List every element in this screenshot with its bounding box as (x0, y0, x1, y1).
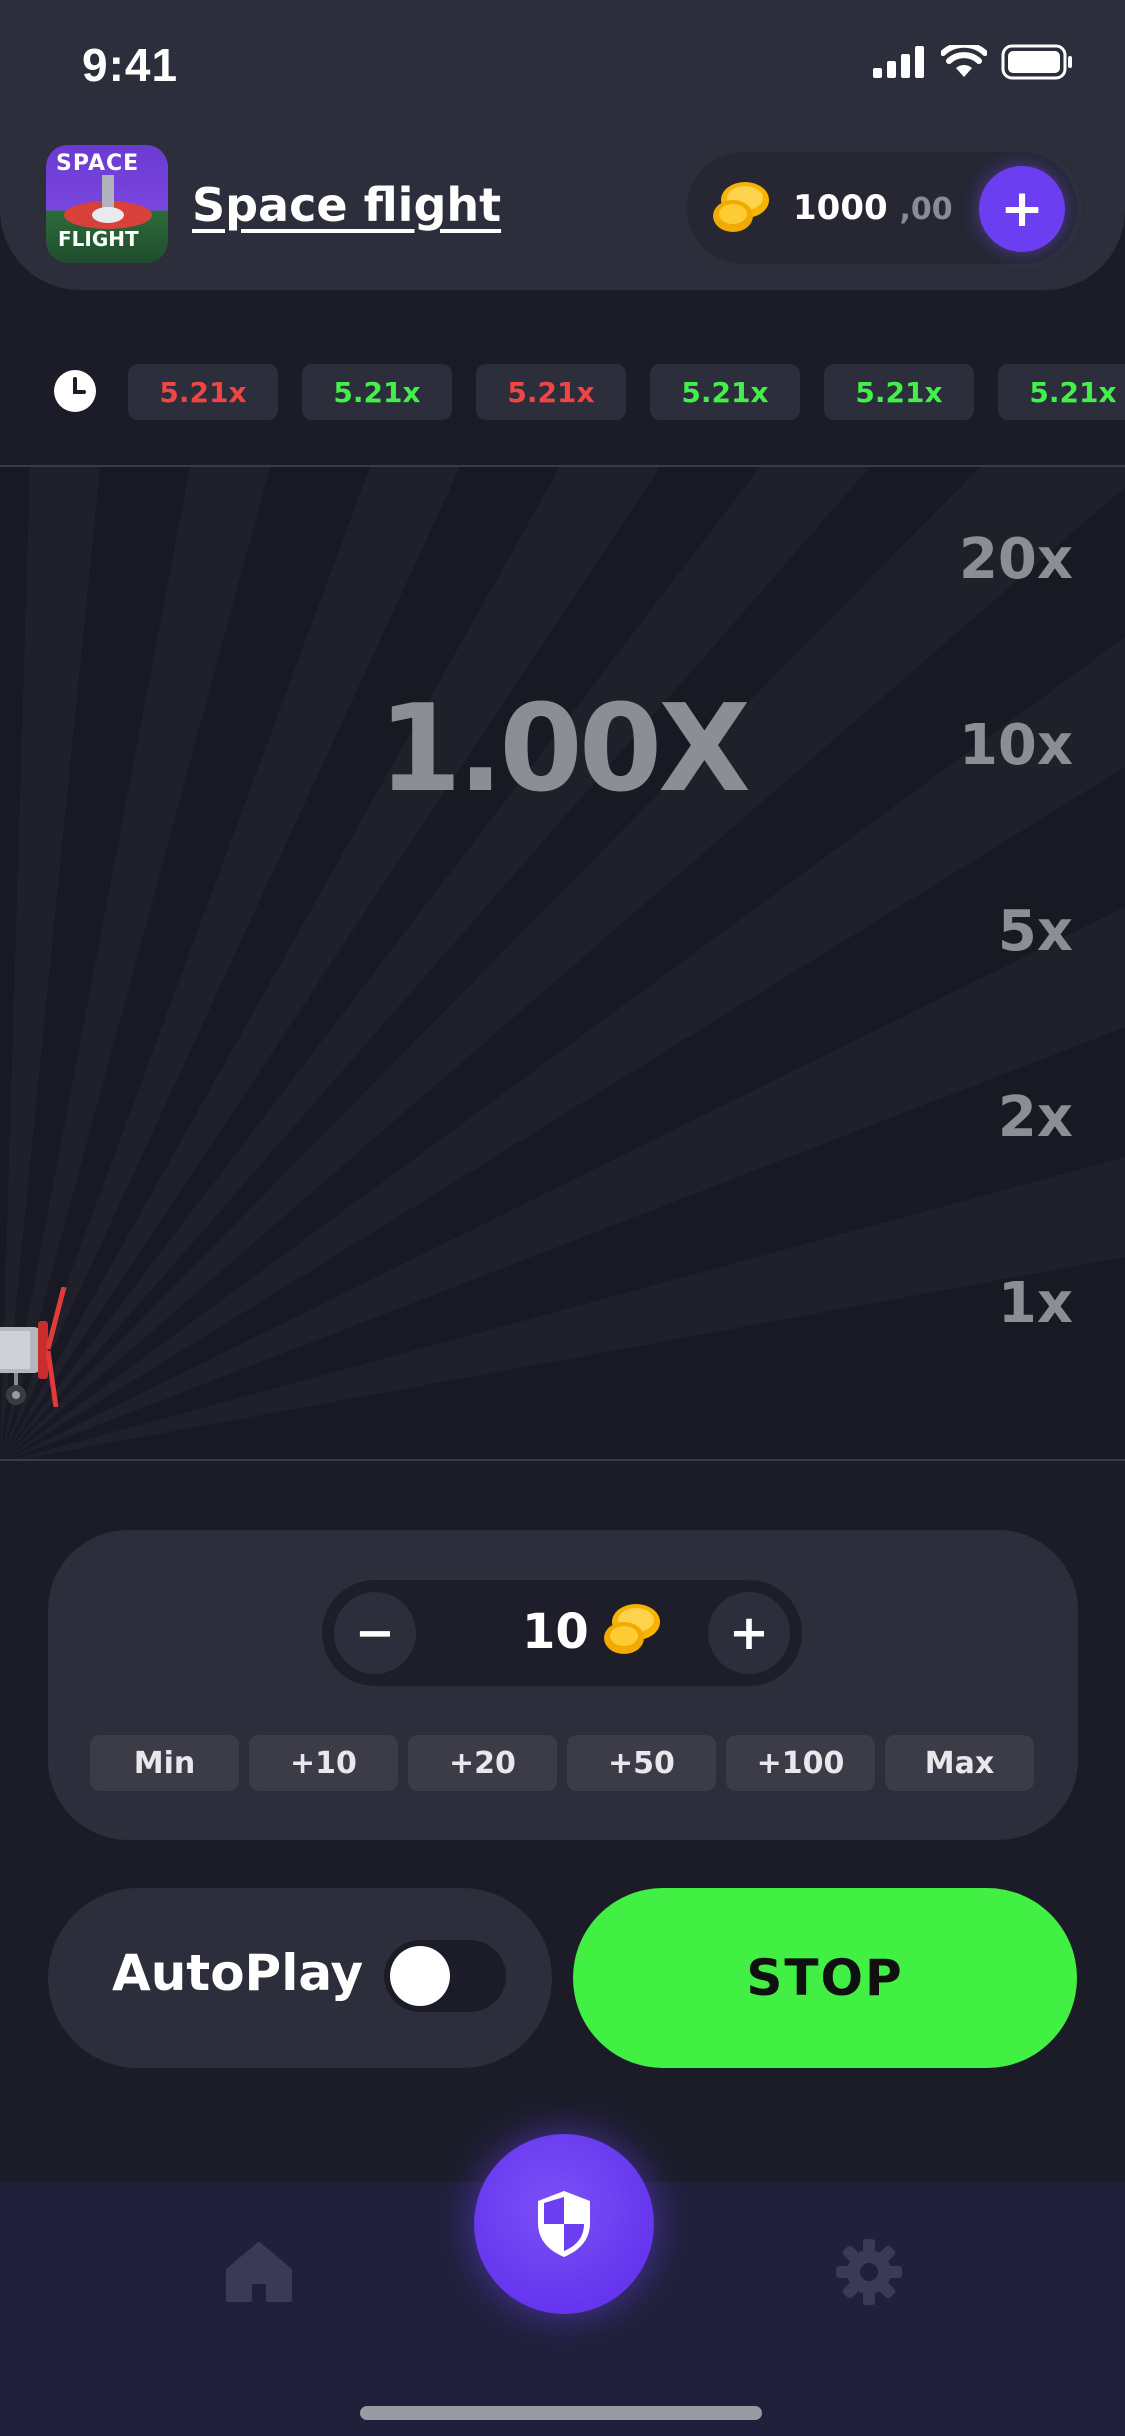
current-multiplier: 1.00X (378, 680, 751, 819)
history-chip[interactable]: 5.21x (824, 364, 974, 420)
home-indicator (360, 2406, 762, 2420)
scale-label: 5x (997, 899, 1073, 964)
balance-pill: 1000 ,00 + (687, 152, 1077, 264)
history-chip[interactable]: 5.21x (128, 364, 278, 420)
status-icons (873, 44, 1073, 80)
page-title[interactable]: Space flight (192, 178, 501, 232)
game-area: 1.00X 20x 10x 5x 2x 1x (0, 465, 1125, 1461)
battery-icon (1001, 44, 1072, 80)
game-logo[interactable]: SPACE FLIGHT (46, 145, 168, 263)
history-strip: 5.21x 5.21x 5.21x 5.21x 5.21x 5.21x (0, 354, 1125, 430)
shield-button[interactable] (474, 2134, 654, 2314)
clock-icon[interactable] (52, 368, 98, 414)
bet-stepper: − 10 + (322, 1580, 802, 1686)
logo-text-bottom: FLIGHT (58, 227, 139, 251)
history-chip[interactable]: 5.21x (998, 364, 1125, 420)
bet-panel: − 10 + Min +10 +20 +50 +100 Max (48, 1530, 1078, 1840)
wifi-icon (941, 45, 987, 77)
status-time: 9:41 (82, 39, 179, 91)
scale-label: 20x (958, 527, 1073, 592)
balance-decimal: ,00 (899, 192, 953, 227)
stop-button[interactable]: STOP (573, 1888, 1077, 2068)
decrease-bet-button[interactable]: − (334, 1592, 416, 1674)
autoplay-control: AutoPlay (48, 1888, 552, 2068)
balance-amount: 1000 ,00 (793, 188, 953, 228)
quick-bet-plus-100[interactable]: +100 (726, 1735, 875, 1791)
toggle-knob (390, 1946, 450, 2006)
quick-bet-min[interactable]: Min (90, 1735, 239, 1791)
quick-bet-row: Min +10 +20 +50 +100 Max (90, 1735, 1034, 1791)
shield-icon (538, 2191, 590, 2257)
scale-label: 2x (997, 1085, 1073, 1150)
logo-text-top: SPACE (56, 151, 140, 176)
quick-bet-plus-20[interactable]: +20 (408, 1735, 557, 1791)
signal-icon (873, 46, 924, 78)
quick-bet-plus-50[interactable]: +50 (567, 1735, 716, 1791)
gear-icon[interactable] (834, 2237, 904, 2307)
add-funds-button[interactable]: + (979, 166, 1065, 252)
bet-amount[interactable]: 10 (522, 1604, 589, 1660)
scale-label: 10x (958, 713, 1073, 778)
quick-bet-max[interactable]: Max (885, 1735, 1034, 1791)
scale-label: 1x (997, 1271, 1073, 1336)
coins-icon (604, 1604, 660, 1654)
history-chip[interactable]: 5.21x (650, 364, 800, 420)
home-icon[interactable] (224, 2242, 294, 2302)
background-rays (0, 467, 1125, 1459)
status-bar: 9:41 (0, 0, 1125, 130)
coins-icon (713, 182, 769, 232)
plane-icon (0, 1287, 67, 1407)
increase-bet-button[interactable]: + (708, 1592, 790, 1674)
quick-bet-plus-10[interactable]: +10 (249, 1735, 398, 1791)
autoplay-label: AutoPlay (112, 1944, 364, 2002)
history-chip[interactable]: 5.21x (302, 364, 452, 420)
autoplay-toggle[interactable] (384, 1940, 506, 2012)
history-chip[interactable]: 5.21x (476, 364, 626, 420)
